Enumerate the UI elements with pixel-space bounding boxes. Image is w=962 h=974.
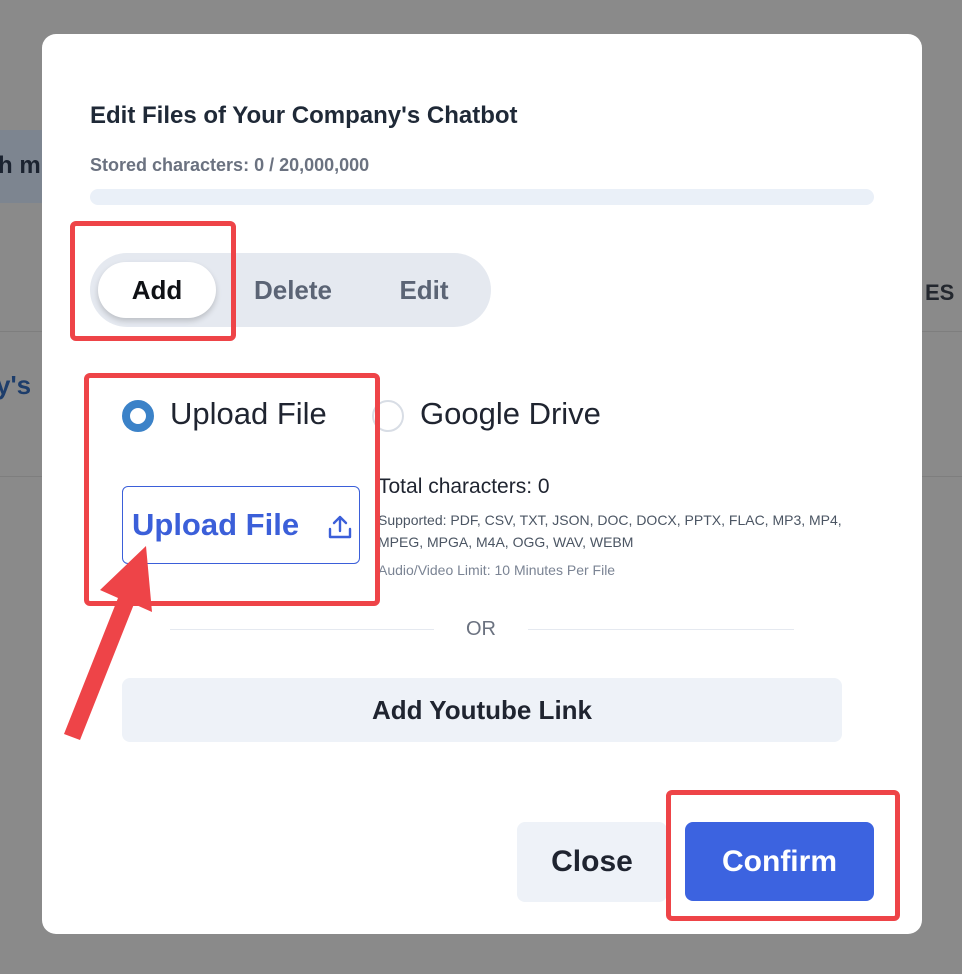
or-divider-text: OR [466, 618, 496, 640]
confirm-button[interactable]: Confirm [685, 822, 874, 901]
media-limit-text: Audio/Video Limit: 10 Minutes Per File [378, 562, 616, 578]
google-drive-radio-label[interactable]: Google Drive [420, 396, 601, 432]
modal-title: Edit Files of Your Company's Chatbot [90, 102, 518, 129]
divider-line [528, 629, 794, 630]
upload-file-radio-label[interactable]: Upload File [170, 396, 327, 432]
tab-add[interactable]: Add [98, 262, 216, 318]
mode-tabs: Add Delete Edit [90, 253, 491, 327]
stored-characters-text: Stored characters: 0 / 20,000,000 [90, 155, 370, 175]
add-youtube-link-button[interactable]: Add Youtube Link [122, 678, 842, 742]
background-text: ES [925, 280, 955, 305]
upload-file-radio[interactable] [122, 400, 154, 432]
supported-formats-text: Supported: PDF, CSV, TXT, JSON, DOC, DOC… [378, 512, 842, 550]
tab-edit[interactable]: Edit [380, 262, 468, 318]
tab-delete[interactable]: Delete [238, 262, 348, 318]
upload-icon [328, 515, 352, 539]
upload-file-button-label: Upload File [132, 507, 300, 542]
google-drive-radio[interactable] [372, 400, 404, 432]
close-button[interactable]: Close [517, 822, 667, 902]
edit-files-modal: Edit Files of Your Company's Chatbot Sto… [42, 34, 922, 934]
storage-progress-bar [90, 189, 874, 205]
upload-file-button[interactable]: Upload File [122, 486, 360, 564]
background-text: h m [0, 152, 41, 179]
background-text: y's [0, 370, 32, 400]
divider-line [170, 629, 434, 630]
total-characters-text: Total characters: 0 [378, 475, 550, 498]
